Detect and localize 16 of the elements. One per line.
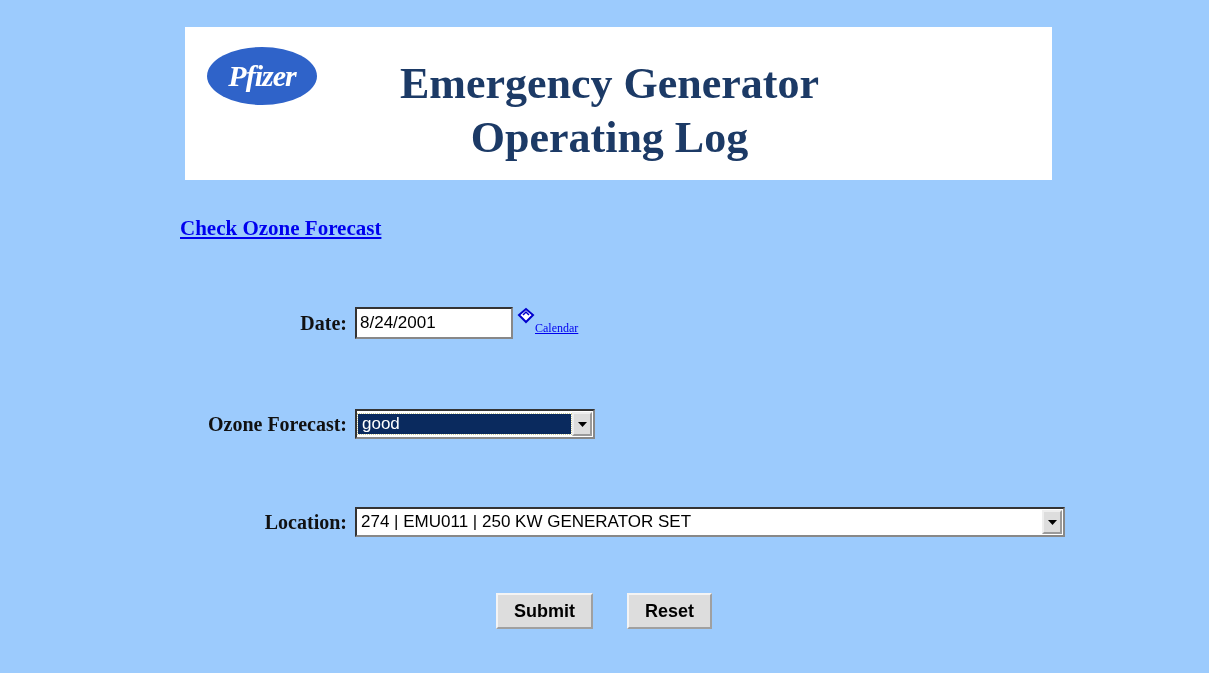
submit-button[interactable]: Submit — [496, 593, 593, 629]
dropdown[interactable]: good — [355, 409, 595, 439]
field-label: Date: — [299, 311, 348, 335]
calendar-link[interactable]: Calendar — [535, 320, 579, 336]
field-label: Ozone Forecast: — [206, 412, 348, 436]
calendar-icon[interactable] — [517, 307, 535, 325]
reset-button[interactable]: Reset — [627, 593, 713, 629]
date-field[interactable]: 8/24/2001 — [355, 307, 513, 339]
page-title: Operating Log — [469, 112, 750, 164]
dropdown[interactable]: 274 | EMU011 | 250 KW GENERATOR SET — [355, 507, 1065, 537]
logo: Pfizer — [207, 47, 317, 105]
field-label: Location: — [263, 510, 348, 534]
page-title: Emergency Generator — [398, 58, 821, 110]
dropdown-arrow-icon — [1047, 519, 1057, 525]
dropdown-arrow-icon — [577, 421, 587, 427]
ozone-forecast-link[interactable]: Check Ozone Forecast — [180, 216, 382, 240]
